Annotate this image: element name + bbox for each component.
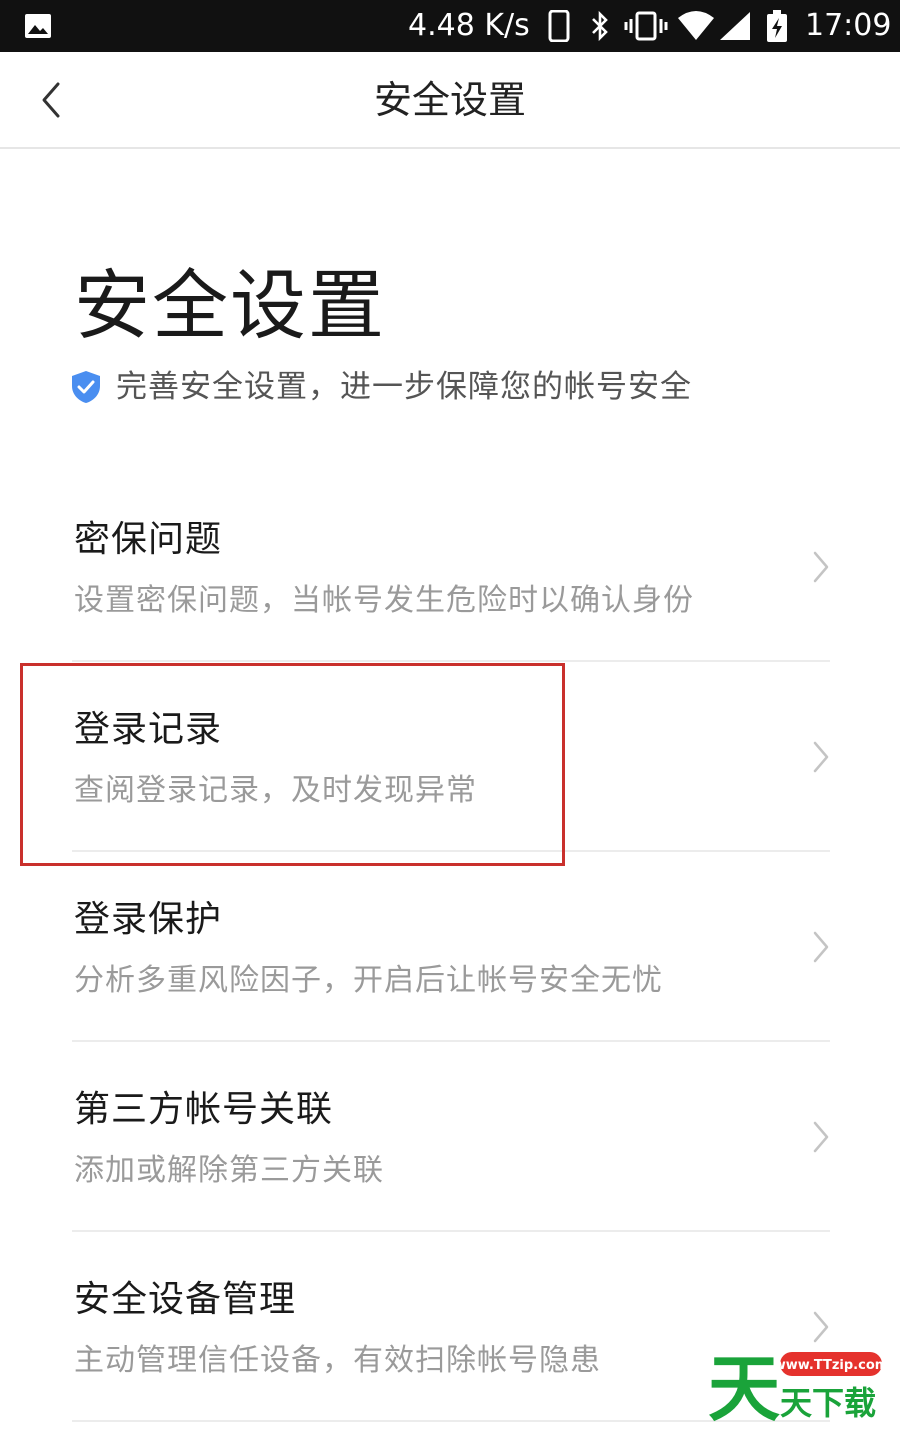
item-title: 安全设备管理 [74,1279,297,1320]
settings-list: 密保问题 设置密保问题，当帐号发生危险时以确认身份 登录记录 查阅登录记录，及时… [0,472,900,1422]
bluetooth-icon [592,10,608,42]
login-protection-item[interactable]: 登录保护 分析多重风险因子，开启后让帐号安全无忧 [0,852,900,1042]
third-party-accounts-item[interactable]: 第三方帐号关联 添加或解除第三方关联 [0,1042,900,1232]
shield-check-icon [72,371,100,403]
wifi-icon [678,11,714,40]
net-speed: 4.48 K/s [408,8,530,43]
watermark-big-char: 天 [708,1348,780,1424]
watermark-url: www.TTzip.com [774,1358,886,1373]
vibrate-icon [624,11,668,41]
nav-title: 安全设置 [373,78,526,122]
clock: 17:09 [805,8,892,43]
nav-bar: 安全设置 [0,52,900,149]
chevron-right-icon [813,1121,829,1153]
security-question-item[interactable]: 密保问题 设置密保问题，当帐号发生危险时以确认身份 [0,472,900,662]
item-title: 第三方帐号关联 [74,1089,334,1130]
phone-icon [548,10,570,42]
item-title: 登录保护 [74,899,223,940]
page-heading: 安全设置 [74,261,386,350]
signal-icon [720,12,750,40]
login-records-item[interactable]: 登录记录 查阅登录记录，及时发现异常 [0,662,900,852]
watermark-text: 天下载 [780,1384,876,1422]
subtitle-row: 完善安全设置，进一步保障您的帐号安全 [70,362,692,412]
item-desc: 分析多重风险因子，开启后让帐号安全无忧 [74,963,663,998]
item-desc: 添加或解除第三方关联 [74,1153,384,1188]
chevron-right-icon [813,551,829,583]
ttzip-watermark-logo: 天 www.TTzip.com 天下载 [708,1348,886,1424]
item-desc: 主动管理信任设备，有效扫除帐号隐患 [74,1343,601,1378]
chevron-right-icon [813,741,829,773]
item-desc: 设置密保问题，当帐号发生危险时以确认身份 [74,583,694,618]
status-bar: 4.48 K/s 17:09 [0,0,900,52]
chevron-right-icon [813,1311,829,1343]
subtitle-text: 完善安全设置，进一步保障您的帐号安全 [116,369,692,405]
item-title: 登录记录 [74,709,223,750]
gallery-icon [25,14,51,38]
item-desc: 查阅登录记录，及时发现异常 [74,773,477,808]
item-title: 密保问题 [74,519,223,560]
battery-charging-icon [767,10,787,42]
chevron-right-icon [813,931,829,963]
